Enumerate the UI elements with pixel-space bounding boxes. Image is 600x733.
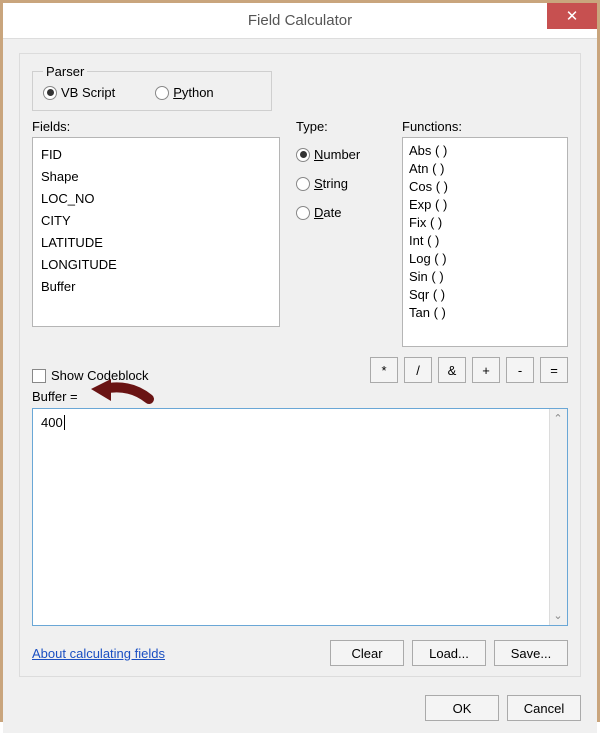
list-item[interactable]: Sin ( ) [409,268,561,286]
fields-label: Fields: [32,119,280,134]
close-icon: ✕ [566,7,579,25]
save-button[interactable]: Save... [494,640,568,666]
list-item[interactable]: Fix ( ) [409,214,561,232]
parser-vbscript-option[interactable]: VB Script [43,85,115,100]
parser-group: Parser VB Script Python [32,64,272,111]
close-button[interactable]: ✕ [547,3,597,29]
clear-button[interactable]: Clear [330,640,404,666]
load-button[interactable]: Load... [412,640,486,666]
date-label: Date [314,205,341,220]
op-divide-button[interactable]: / [404,357,432,383]
expression-label: Buffer = [32,389,568,404]
fields-column: Fields: FID Shape LOC_NO CITY LATITUDE L… [32,119,280,347]
functions-column: Functions: Abs ( ) Atn ( ) Cos ( ) Exp (… [402,119,568,347]
list-item[interactable]: LATITUDE [41,232,271,254]
op-minus-button[interactable]: - [506,357,534,383]
list-item[interactable]: Abs ( ) [409,142,561,160]
content-area: Parser VB Script Python Fields: FID Shap… [3,39,597,689]
radio-icon [296,206,310,220]
inner-panel: Parser VB Script Python Fields: FID Shap… [19,53,581,677]
codeblock-label: Show Codeblock [51,368,149,383]
op-ampersand-button[interactable]: & [438,357,466,383]
type-options: Number String Date [296,137,386,220]
number-label: Number [314,147,360,162]
type-label: Type: [296,119,386,134]
functions-label: Functions: [402,119,568,134]
type-number-option[interactable]: Number [296,147,386,162]
list-item[interactable]: Tan ( ) [409,304,561,322]
middle-row: Fields: FID Shape LOC_NO CITY LATITUDE L… [32,119,568,347]
parser-legend: Parser [43,64,87,79]
expression-textarea[interactable]: 400 ⌃ ⌄ [32,408,568,626]
list-item[interactable]: Atn ( ) [409,160,561,178]
radio-icon [155,86,169,100]
python-label: Python [173,85,213,100]
ok-button[interactable]: OK [425,695,499,721]
about-link[interactable]: About calculating fields [32,646,165,661]
expression-value: 400 [41,415,65,430]
string-label: String [314,176,348,191]
codeblock-checkbox[interactable] [32,369,46,383]
list-item[interactable]: LOC_NO [41,188,271,210]
type-string-option[interactable]: String [296,176,386,191]
list-item[interactable]: Cos ( ) [409,178,561,196]
titlebar: Field Calculator ✕ [3,3,597,39]
list-item[interactable]: Shape [41,166,271,188]
functions-listbox[interactable]: Abs ( ) Atn ( ) Cos ( ) Exp ( ) Fix ( ) … [402,137,568,347]
list-item[interactable]: Log ( ) [409,250,561,268]
op-equals-button[interactable]: = [540,357,568,383]
type-date-option[interactable]: Date [296,205,386,220]
list-item[interactable]: Exp ( ) [409,196,561,214]
cancel-button[interactable]: Cancel [507,695,581,721]
action-row: About calculating fields Clear Load... S… [32,640,568,666]
list-item[interactable]: Int ( ) [409,232,561,250]
op-multiply-button[interactable]: * [370,357,398,383]
type-column: Type: Number String Date [296,119,386,347]
window-title: Field Calculator [248,12,352,29]
parser-python-option[interactable]: Python [155,85,213,100]
list-item[interactable]: CITY [41,210,271,232]
scrollbar[interactable]: ⌃ ⌄ [549,409,567,625]
parser-options: VB Script Python [43,85,261,100]
radio-icon [43,86,57,100]
list-item[interactable]: Sqr ( ) [409,286,561,304]
radio-icon [296,148,310,162]
dialog-buttons: OK Cancel [3,689,597,733]
codeblock-row: Show Codeblock [32,368,370,383]
list-item[interactable]: Buffer [41,276,271,298]
scroll-up-icon[interactable]: ⌃ [552,412,564,425]
radio-icon [296,177,310,191]
list-item[interactable]: FID [41,144,271,166]
operators-row: * / & + - = [370,357,568,383]
vbscript-label: VB Script [61,85,115,100]
scroll-down-icon[interactable]: ⌄ [552,609,564,622]
op-plus-button[interactable]: + [472,357,500,383]
list-item[interactable]: LONGITUDE [41,254,271,276]
fields-listbox[interactable]: FID Shape LOC_NO CITY LATITUDE LONGITUDE… [32,137,280,327]
